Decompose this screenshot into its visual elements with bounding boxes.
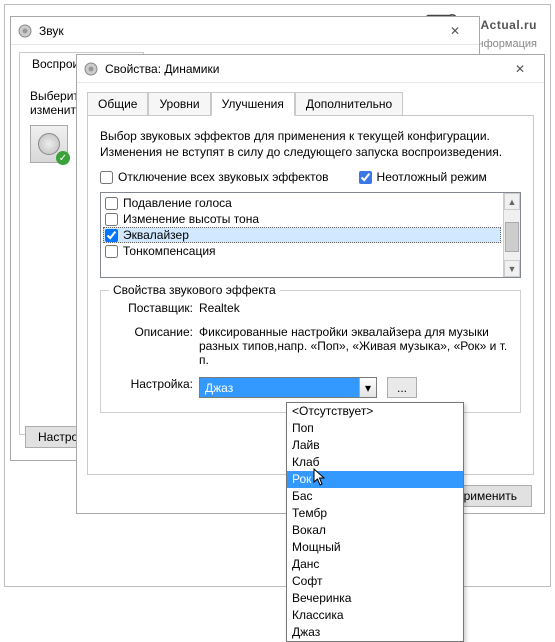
provider-label: Поставщик: (111, 301, 193, 315)
dropdown-option[interactable]: Данс (287, 556, 463, 573)
tab-levels[interactable]: Уровни (148, 92, 210, 116)
window-title: Свойства: Динамики (105, 62, 502, 76)
effects-listbox[interactable]: Подавление голоса Изменение высоты тона … (100, 192, 521, 278)
description-text: Выбор звуковых эффектов для применения к… (100, 128, 521, 160)
setting-label: Настройка: (111, 377, 193, 391)
checkbox[interactable] (100, 171, 113, 184)
dropdown-option[interactable]: <Отсутствует> (287, 403, 463, 420)
dropdown-option[interactable]: Вокал (287, 522, 463, 539)
device-speaker-icon: ✓ (30, 125, 68, 163)
description-value: Фиксированные настройки эквалайзера для … (199, 325, 510, 367)
scroll-thumb[interactable] (505, 222, 519, 252)
more-button[interactable]: ... (387, 377, 417, 398)
list-item[interactable]: Подавление голоса (103, 195, 501, 211)
list-item[interactable]: Эквалайзер (103, 227, 501, 243)
preset-dropdown[interactable]: Джаз ▾ (199, 377, 377, 398)
close-button[interactable]: ✕ (502, 59, 538, 79)
dropdown-value: Джаз (200, 378, 359, 397)
scrollbar[interactable]: ▲ ▼ (503, 193, 520, 277)
tab-general[interactable]: Общие (87, 92, 148, 116)
titlebar[interactable]: Звук ✕ (11, 17, 479, 45)
scroll-down-button[interactable]: ▼ (504, 260, 520, 277)
dropdown-option[interactable]: Классика (287, 607, 463, 624)
tab-enhancements[interactable]: Улучшения (211, 92, 295, 116)
dropdown-option[interactable]: Тембр (287, 505, 463, 522)
checkbox-label: Отключение всех звуковых эффектов (118, 170, 329, 184)
speaker-icon (17, 23, 33, 39)
disable-effects-checkbox[interactable]: Отключение всех звуковых эффектов (100, 170, 329, 184)
effect-properties-group: Свойства звукового эффекта Поставщик: Re… (100, 290, 521, 413)
dropdown-option[interactable]: Софт (287, 573, 463, 590)
preset-dropdown-list[interactable]: <Отсутствует> Поп Лайв Клаб Рок Бас Темб… (286, 402, 464, 642)
close-button[interactable]: ✕ (437, 21, 473, 41)
tab-advanced[interactable]: Дополнительно (295, 92, 403, 116)
group-legend: Свойства звукового эффекта (109, 283, 280, 297)
checkbox-label: Неотложный режим (377, 170, 487, 184)
dropdown-option[interactable]: Вечеринка (287, 590, 463, 607)
checkbox[interactable] (359, 171, 372, 184)
scroll-track[interactable] (504, 210, 520, 260)
dropdown-option[interactable]: Джаз (287, 624, 463, 641)
titlebar[interactable]: Свойства: Динамики ✕ (77, 55, 544, 83)
cursor-icon (313, 468, 328, 491)
list-item[interactable]: Изменение высоты тона (103, 211, 501, 227)
scroll-up-button[interactable]: ▲ (504, 193, 520, 210)
urgent-mode-checkbox[interactable]: Неотложный режим (359, 170, 487, 184)
chevron-down-icon[interactable]: ▾ (359, 378, 376, 397)
speaker-icon (83, 61, 99, 77)
description-label: Описание: (111, 325, 193, 339)
provider-value: Realtek (199, 301, 510, 315)
list-item[interactable]: Тонкомпенсация (103, 243, 501, 259)
check-icon: ✓ (56, 151, 70, 165)
window-title: Звук (39, 24, 437, 38)
dropdown-option[interactable]: Лайв (287, 437, 463, 454)
dropdown-option[interactable]: Поп (287, 420, 463, 437)
dropdown-option[interactable]: Мощный (287, 539, 463, 556)
